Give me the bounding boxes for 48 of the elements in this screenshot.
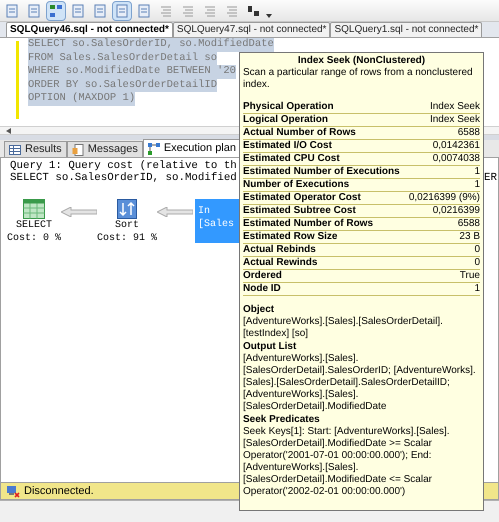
property-value: 6588 [458,127,480,139]
property-name: Actual Number of Rows [243,127,356,139]
node-label: Cost: 0 % [7,232,62,245]
property-value: Index Seek [430,114,480,126]
property-value: 6588 [458,218,480,230]
property-value: 0,0074038 [432,153,480,165]
property-value: 1 [474,179,480,191]
section-text: Seek Keys[1]: Start: [AdventureWorks].[Sales].[SalesOrderDetail].ModifiedDate >= Scalar Operator('2001-07-01 00:00:00.000'); End: [AdventureWorks].[Sales].[SalesOrderDetail].ModifiedDate <= Scalar Operator('2002-02-01 00:00:00.000') [243,426,451,498]
section-heading: Output List [243,341,298,353]
property-name: Estimated Number of Executions [243,166,400,178]
property-value: 23 B [459,231,480,243]
property-value: Index Seek [430,101,480,113]
section-text: [AdventureWorks].[Sales].[SalesOrderDetail].[testIndex] [so] [243,316,444,340]
property-name: Ordered [243,270,282,282]
node-label: Cost: 91 % [97,232,158,245]
property-value: 0,0216399 (9%) [408,192,480,204]
property-name: Estimated CPU Cost [243,153,340,165]
property-name: Actual Rebinds [243,244,316,256]
plan-header-line: SELECT so.SalesOrderID, so.Modified [10,172,237,184]
property-name: Node ID [243,283,281,295]
status-text: Disconnected. [24,484,94,499]
section-text: [AdventureWorks].[Sales].[SalesOrderDetail].SalesOrderID; [AdventureWorks].[Sales].[SalesOrderDetail].SalesOrderDetailID; [AdventureWorks].[Sales].[SalesOrderDetail].ModifiedDate [243,353,477,413]
property-value: 1 [474,166,480,178]
node-label: In [198,205,210,218]
property-value: 0 [474,244,480,256]
property-name: Physical Operation [243,101,334,113]
node-label: Sort [115,219,140,232]
property-name: Estimated Subtree Cost [243,205,356,217]
section-heading: Seek Predicates [243,414,321,426]
property-name: Logical Operation [243,114,328,126]
plan-header-line: Query 1: Query cost (relative to th [10,161,237,172]
property-name: Estimated Operator Cost [243,192,361,204]
plan-header-line: ER [484,172,497,184]
property-value: 0,0216399 [432,205,480,217]
node-label: [Sales [198,218,234,231]
property-value: True [460,270,480,282]
property-name: Number of Executions [243,179,350,191]
property-name: Actual Rewinds [243,257,318,269]
tooltip-title: Index Seek (NonClustered) [296,55,426,67]
property-value: 0 [474,257,480,269]
property-name: Estimated I/O Cost [243,140,332,152]
node-label: SELECT [16,219,52,232]
property-name: Estimated Row Size [243,231,338,243]
property-value: 0,0142361 [432,140,480,152]
property-value: 1 [474,283,480,295]
tooltip-description: Scan a particular range of rows from a nonclustered index. [243,67,474,91]
property-name: Estimated Number of Rows [243,218,374,230]
section-heading: Object [243,304,276,316]
